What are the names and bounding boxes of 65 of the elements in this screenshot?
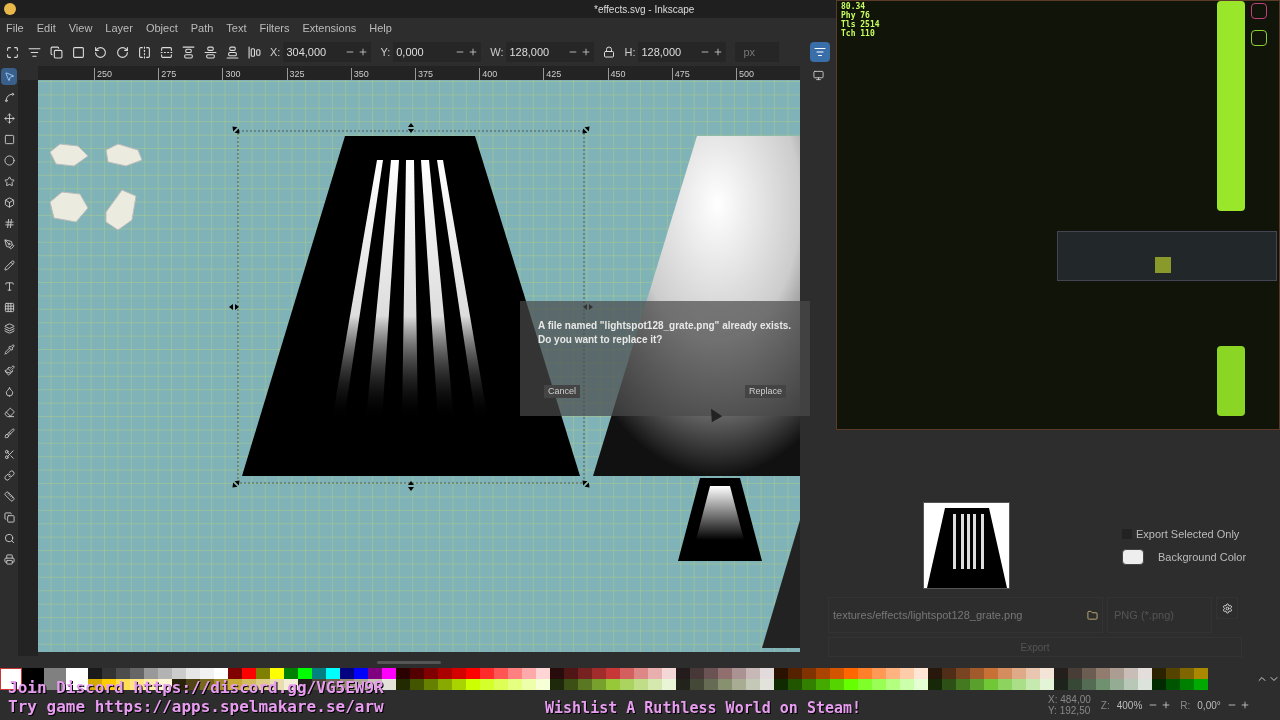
menu-item[interactable]: Text [226, 19, 247, 37]
toolbar-icon[interactable] [50, 45, 63, 59]
field-label: X: [270, 44, 281, 60]
overlay-text: Join Discord https://discord.gg/VG5EW9R [8, 678, 384, 697]
menu-item[interactable]: Filters [259, 19, 290, 37]
toolbar-icon[interactable] [94, 45, 107, 59]
menu-icon[interactable] [1251, 30, 1267, 46]
toolbar-icon[interactable] [138, 45, 151, 59]
color-swatch[interactable] [1122, 548, 1144, 565]
dialog-message: A file named "lightspot128_grate.png" already exists. Do you want to replace it? [538, 319, 792, 347]
slime-column-drawing [1217, 346, 1245, 416]
dialog-button[interactable]: Cancel [544, 384, 580, 398]
plus-icon[interactable] [1161, 700, 1172, 710]
coordinate-field[interactable]: 128,000 [638, 42, 727, 62]
toolbar-icon[interactable] [226, 45, 239, 59]
field-label: Y: [380, 44, 391, 60]
field-label: W: [490, 44, 504, 60]
cursor-y: Y: 192,50 [1048, 705, 1091, 716]
menu-item[interactable]: Extensions [302, 19, 357, 37]
field-label: H: [624, 44, 636, 60]
debug-stat: Tls 2514 [841, 20, 880, 29]
dialog-button[interactable]: Replace [744, 384, 786, 398]
plus-icon[interactable] [713, 47, 724, 57]
debug-stat: 80.34 [841, 2, 867, 11]
menu-item[interactable]: File [6, 19, 24, 37]
plus-icon[interactable] [581, 47, 592, 57]
menu-item[interactable]: Help [369, 19, 392, 37]
overlay-text: Try game https://apps.spelmakare.se/arw [8, 697, 384, 716]
plus-icon[interactable] [358, 47, 369, 57]
toolbar-icon[interactable] [248, 45, 261, 59]
plus-icon[interactable] [468, 47, 479, 57]
zoom-label: Z: [1100, 698, 1110, 713]
toolbar-icon[interactable] [28, 45, 41, 59]
overlay-text: Wishlist A Ruthless World on Steam! [545, 698, 862, 719]
rotation-field[interactable]: 0,00° [1194, 697, 1253, 713]
menu-item[interactable]: Layer [105, 19, 133, 37]
cursor-x: X: 484,00 [1048, 694, 1091, 705]
settings-icon[interactable] [1221, 602, 1233, 614]
menu-item[interactable]: Object [145, 19, 178, 37]
display-icon[interactable] [812, 70, 824, 81]
background-color-label: Background Color [1158, 549, 1247, 565]
rotation-label: R: [1180, 698, 1191, 713]
toolbar-icon[interactable] [72, 45, 85, 59]
window-title: *effects.svg - Inkscape [594, 2, 695, 17]
app-logo-icon [4, 3, 16, 15]
menu-item[interactable]: View [68, 19, 93, 37]
toolbar-icon[interactable] [182, 45, 195, 59]
debug-stat: Phy 76 [841, 11, 870, 20]
game-character-drawing [1155, 257, 1171, 273]
toolbar-icon[interactable] [6, 45, 19, 59]
menu-item[interactable]: Edit [36, 19, 56, 37]
toolbar-icon[interactable] [116, 45, 129, 59]
toolbar-icon[interactable] [160, 45, 173, 59]
coordinate-field[interactable]: 304,000 [283, 42, 372, 62]
folder-icon[interactable] [1087, 609, 1098, 621]
plus-icon[interactable] [1239, 700, 1250, 710]
debug-stat: Tch 110 [841, 29, 876, 38]
checkbox-label: Export Selected Only [1136, 527, 1240, 542]
coordinate-field[interactable]: 0,000 [393, 42, 482, 62]
zoom-field[interactable]: 400% [1113, 697, 1175, 713]
lock-icon[interactable] [603, 46, 616, 58]
settings-button[interactable] [1216, 597, 1238, 619]
menu-item[interactable]: Path [190, 19, 214, 37]
coordinate-field[interactable]: 128,000 [506, 42, 595, 62]
toolbar-icon[interactable] [204, 45, 217, 59]
